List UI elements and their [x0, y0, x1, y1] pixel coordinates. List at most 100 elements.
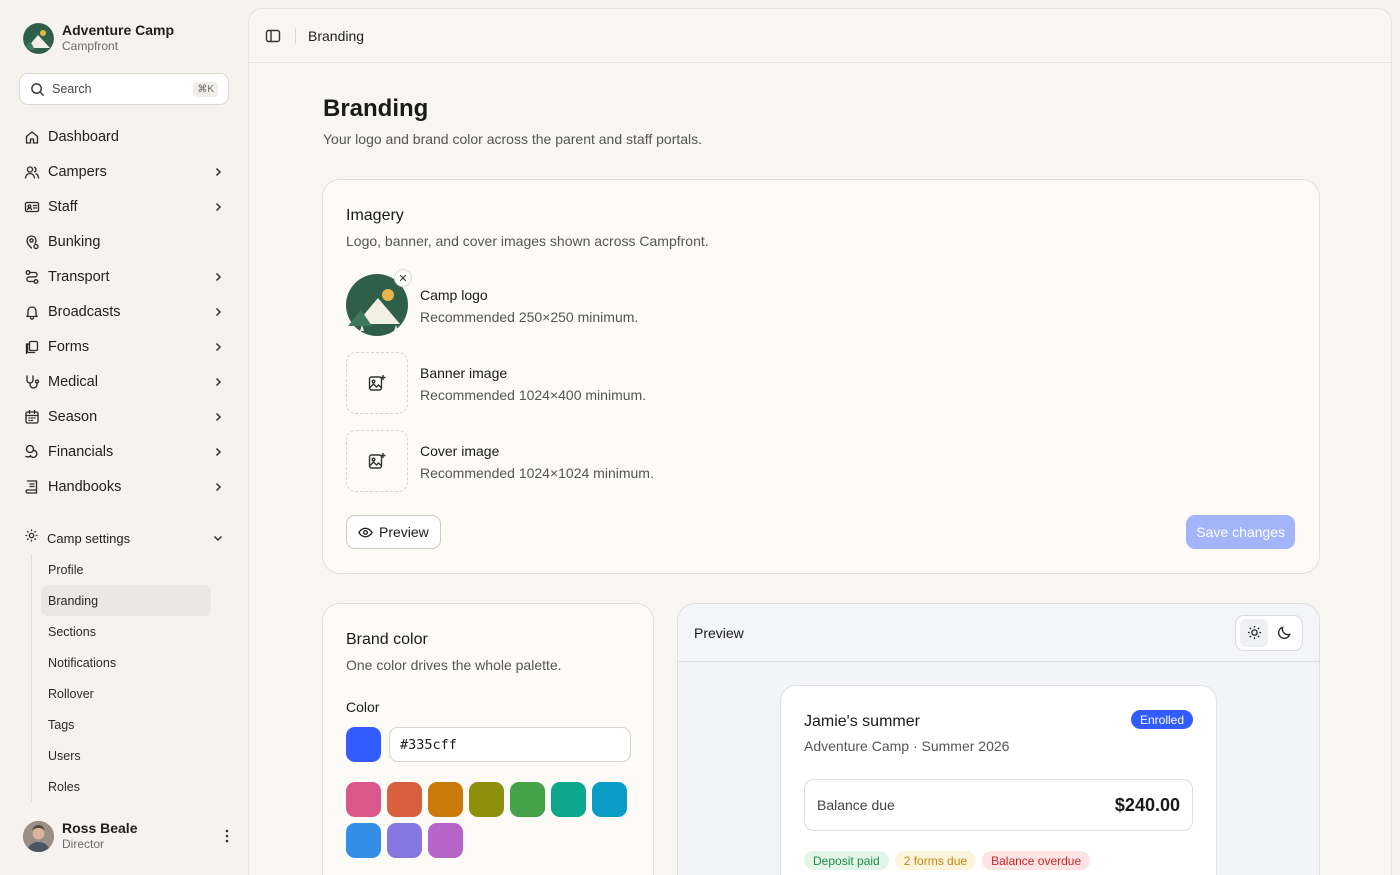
banner-image-row: Banner image Recommended 1024×400 minimu… — [346, 352, 646, 414]
image-hint: Recommended 1024×1024 minimum. — [420, 464, 654, 481]
user-menu[interactable]: Ross Beale Director — [23, 820, 233, 852]
camp-logo-upload[interactable]: ✕ — [346, 269, 412, 336]
sidebar-item-campers[interactable]: Campers — [14, 154, 234, 189]
palette-swatch[interactable] — [346, 823, 381, 858]
sidebar-item-label: Financials — [48, 443, 114, 460]
sidebar-item-forms[interactable]: Forms — [14, 329, 234, 364]
sidebar-item-label: Forms — [48, 338, 90, 355]
settings-item-users[interactable]: Users — [41, 740, 211, 771]
preview-button[interactable]: Preview — [346, 515, 441, 549]
chevron-right-icon — [215, 482, 222, 491]
settings-item-notifications[interactable]: Notifications — [41, 647, 211, 678]
map-pin-icon — [24, 234, 40, 250]
balance-box: Balance due $240.00 — [804, 779, 1193, 831]
palette-swatch[interactable] — [346, 782, 381, 817]
chevron-right-icon — [215, 342, 222, 351]
imagery-title: Imagery — [346, 207, 404, 224]
copy-icon — [24, 339, 40, 355]
save-changes-button[interactable]: Save changes — [1186, 515, 1295, 549]
eye-icon — [358, 527, 373, 537]
dark-mode-button[interactable] — [1270, 619, 1298, 647]
color-picker-swatch[interactable] — [346, 727, 381, 762]
camp-logo-row: ✕ Camp logo Recommended 250×250 minimum. — [346, 269, 639, 336]
coins-icon — [24, 444, 40, 460]
chevron-right-icon — [215, 377, 222, 386]
settings-item-sections[interactable]: Sections — [41, 616, 211, 647]
image-name: Camp logo — [420, 286, 488, 303]
camp-switcher[interactable]: Adventure Camp Campfront — [23, 22, 174, 54]
stethoscope-icon — [24, 374, 40, 390]
image-plus-icon — [368, 375, 386, 391]
imagery-card: Imagery Logo, banner, and cover images s… — [322, 179, 1320, 574]
settings-item-tags[interactable]: Tags — [41, 709, 211, 740]
palette-swatch[interactable] — [428, 823, 463, 858]
avatar — [23, 820, 54, 852]
gear-icon — [24, 528, 39, 548]
bell-icon — [24, 304, 40, 320]
settings-item-branding[interactable]: Branding — [41, 585, 211, 616]
palette-swatch[interactable] — [387, 782, 422, 817]
palette-swatch[interactable] — [428, 782, 463, 817]
sun-icon — [1247, 625, 1261, 640]
sidebar-item-season[interactable]: Season — [14, 399, 234, 434]
tag-forms-due: 2 forms due — [894, 851, 977, 870]
camp-settings-label: Camp settings — [47, 530, 131, 546]
sidebar-item-bunking[interactable]: Bunking — [14, 224, 234, 259]
palette-swatch[interactable] — [387, 823, 422, 858]
page-title: Branding — [323, 95, 429, 122]
preview-summary-card: Jamie's summer Adventure Camp · Summer 2… — [780, 685, 1217, 875]
tag-deposit-paid: Deposit paid — [804, 851, 889, 870]
preview-card: Preview Jamie's summer Adventure Camp · … — [677, 603, 1320, 875]
sidebar-item-dashboard[interactable]: Dashboard — [14, 119, 234, 154]
palette-swatch[interactable] — [551, 782, 586, 817]
sidebar-item-label: Campers — [48, 163, 107, 180]
settings-item-roles[interactable]: Roles — [41, 771, 211, 802]
more-vertical-icon[interactable] — [221, 828, 233, 844]
cover-image-upload[interactable] — [346, 430, 408, 492]
topbar-divider — [295, 27, 296, 44]
chevron-right-icon — [215, 447, 222, 456]
search-label: Search — [52, 82, 92, 96]
palette-swatch[interactable] — [592, 782, 627, 817]
balance-label: Balance due — [817, 797, 895, 813]
status-badge: Enrolled — [1130, 710, 1193, 729]
brand-color-subtitle: One color drives the whole palette. — [346, 657, 562, 673]
breadcrumb: Branding — [308, 27, 365, 44]
sidebar-item-label: Medical — [48, 373, 98, 390]
preview-title: Preview — [694, 624, 744, 641]
image-plus-icon — [368, 453, 386, 469]
sidebar-item-label: Handbooks — [48, 478, 122, 495]
camp-settings-toggle[interactable]: Camp settings — [14, 522, 234, 554]
settings-item-rollover[interactable]: Rollover — [41, 678, 211, 709]
tag-balance-overdue: Balance overdue — [982, 851, 1091, 870]
sidebar-toggle-icon[interactable] — [265, 28, 281, 44]
palette-swatch[interactable] — [510, 782, 545, 817]
search-box[interactable]: Search ⌘K — [19, 73, 229, 105]
light-mode-button[interactable] — [1240, 618, 1268, 647]
sidebar-item-staff[interactable]: Staff — [14, 189, 234, 224]
chevron-right-icon — [215, 202, 222, 211]
sidebar-item-broadcasts[interactable]: Broadcasts — [14, 294, 234, 329]
sidebar-item-transport[interactable]: Transport — [14, 259, 234, 294]
settings-item-profile[interactable]: Profile — [41, 554, 211, 585]
image-hint: Recommended 250×250 minimum. — [420, 308, 639, 325]
banner-image-upload[interactable] — [346, 352, 408, 414]
sidebar-item-label: Season — [48, 408, 98, 425]
theme-toggle — [1235, 614, 1303, 651]
balance-amount: $240.00 — [1114, 794, 1180, 815]
product-name: Campfront — [62, 39, 119, 53]
status-tags: Deposit paid 2 forms due Balance overdue — [804, 851, 1091, 870]
main-panel: Branding Branding Your logo and brand co… — [248, 8, 1392, 875]
sidebar-item-label: Dashboard — [48, 128, 119, 145]
palette-swatch[interactable] — [469, 782, 504, 817]
hex-color-input[interactable] — [389, 727, 631, 762]
moon-icon — [1277, 626, 1291, 639]
sidebar-item-handbooks[interactable]: Handbooks — [14, 469, 234, 504]
preview-card-subtitle: Adventure Camp · Summer 2026 — [804, 738, 1010, 754]
route-icon — [24, 269, 40, 285]
sidebar-item-financials[interactable]: Financials — [14, 434, 234, 469]
sidebar-item-label: Broadcasts — [48, 303, 121, 320]
remove-logo-button[interactable]: ✕ — [394, 269, 412, 287]
sidebar-item-medical[interactable]: Medical — [14, 364, 234, 399]
sidebar: Adventure Camp Campfront Search ⌘K Dashb… — [0, 0, 248, 875]
